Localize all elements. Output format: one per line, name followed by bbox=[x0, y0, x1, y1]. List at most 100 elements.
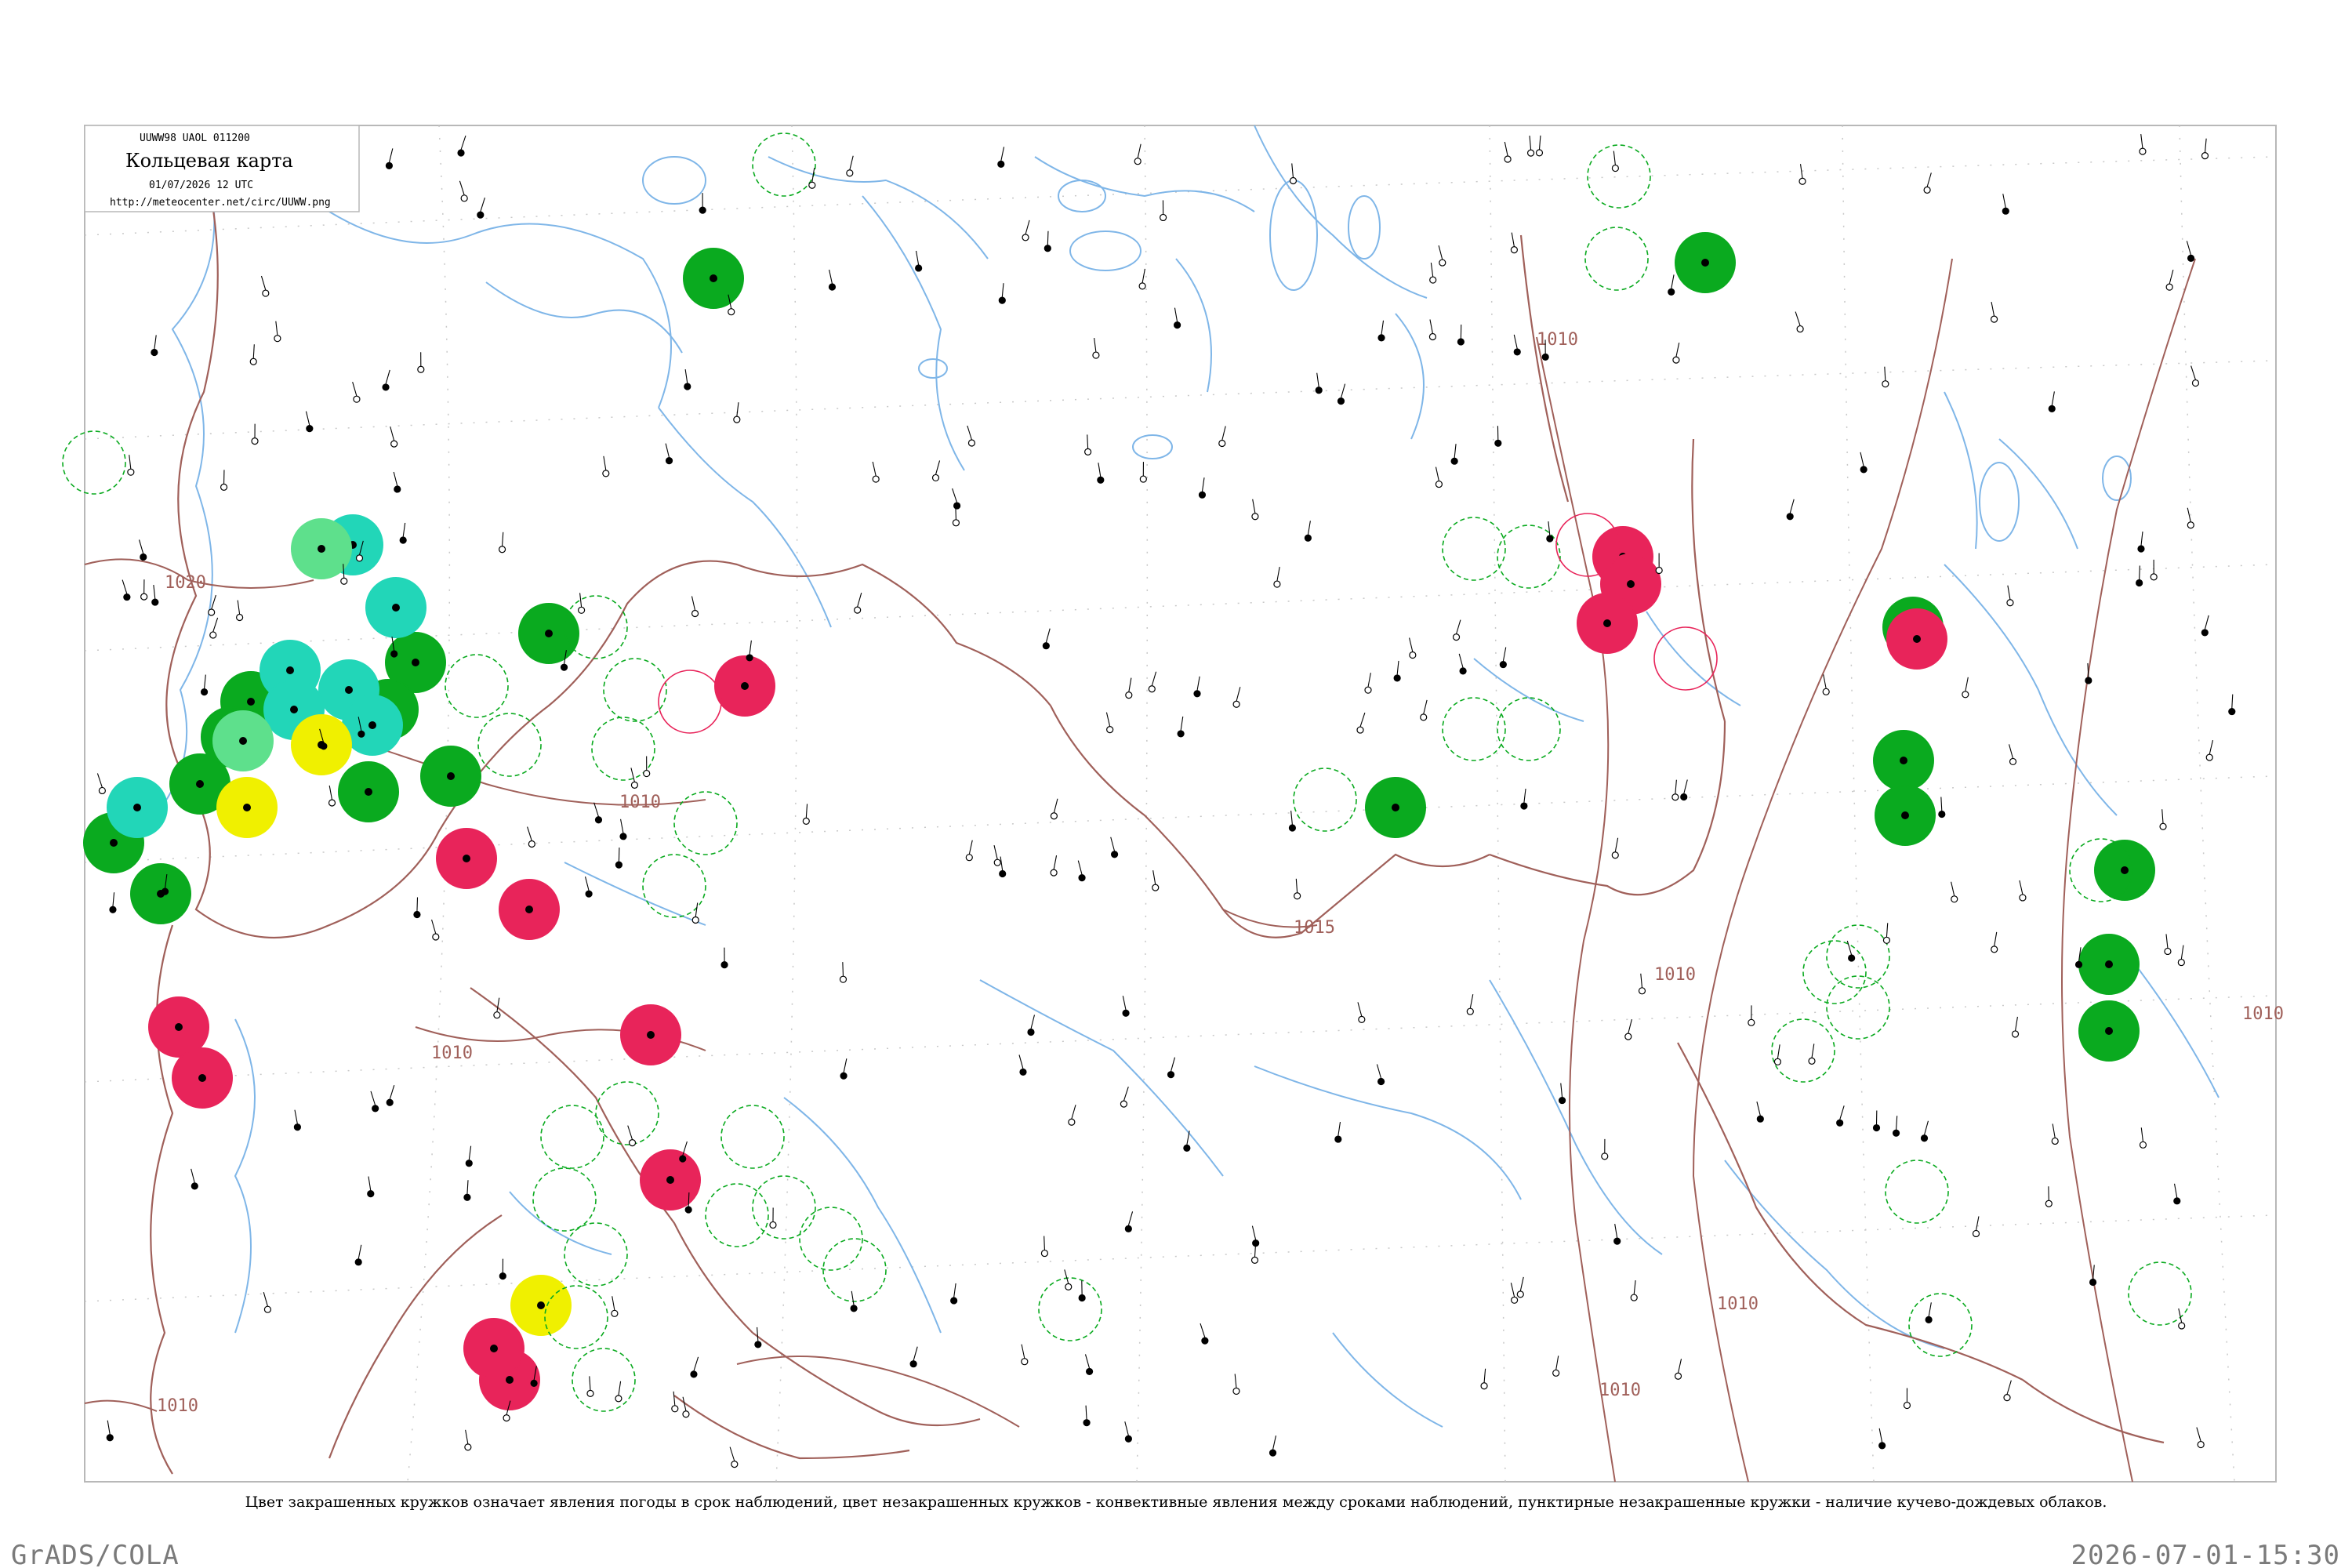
station-dot bbox=[2009, 757, 2017, 766]
station-dot bbox=[1078, 1294, 1086, 1302]
station-dot bbox=[1611, 164, 1620, 172]
station-dot bbox=[684, 1206, 692, 1214]
station-dot bbox=[1526, 149, 1535, 157]
station-dot bbox=[1068, 1118, 1076, 1126]
station-dot bbox=[358, 730, 365, 738]
station-dot bbox=[854, 606, 862, 614]
station-dot bbox=[390, 440, 398, 448]
station-dot bbox=[191, 1182, 198, 1190]
station-dot bbox=[720, 961, 728, 969]
station-dot bbox=[1900, 757, 1907, 764]
station-dot bbox=[1083, 1419, 1091, 1427]
station-dot bbox=[872, 475, 880, 483]
station-dot bbox=[1520, 802, 1528, 810]
station-dot bbox=[1042, 642, 1050, 650]
station-dot bbox=[2201, 152, 2209, 160]
station-dot bbox=[1836, 1119, 1844, 1127]
station-dot bbox=[1680, 793, 1688, 801]
weather-map: 1010 1015 1010 1010 1010 1010 1010 1010 … bbox=[11, 125, 2339, 1568]
station-dot bbox=[286, 666, 294, 674]
station-dot bbox=[1044, 245, 1051, 252]
station-dot bbox=[394, 485, 401, 493]
station-dot bbox=[808, 181, 816, 189]
station-dot bbox=[1134, 158, 1142, 165]
station-dot bbox=[503, 1414, 510, 1422]
station-dot bbox=[1198, 491, 1207, 499]
station-dot bbox=[262, 289, 270, 297]
station-dot bbox=[465, 1160, 473, 1167]
station-dot bbox=[1392, 804, 1399, 811]
station-dot bbox=[2177, 958, 2185, 967]
station-dot bbox=[1516, 1290, 1524, 1298]
isobar-label: 1010 bbox=[619, 793, 661, 812]
station-dot bbox=[1671, 793, 1679, 801]
station-dot bbox=[769, 1221, 777, 1229]
station-dot bbox=[1435, 480, 1443, 488]
station-dot bbox=[1085, 1367, 1094, 1376]
station-dot bbox=[2139, 147, 2147, 155]
wind-barb bbox=[688, 1192, 690, 1207]
station-dot bbox=[1124, 1435, 1132, 1443]
station-dot bbox=[463, 855, 470, 862]
station-dot bbox=[1627, 580, 1635, 588]
station-dot bbox=[1097, 476, 1105, 484]
station-dot bbox=[1938, 810, 1946, 818]
station-dot bbox=[1377, 334, 1385, 342]
station-dot bbox=[1848, 954, 1856, 962]
station-dot bbox=[2165, 283, 2173, 291]
station-dot bbox=[1139, 475, 1147, 483]
station-dot bbox=[1920, 1134, 1929, 1142]
station-dot bbox=[1065, 1283, 1073, 1290]
station-dot bbox=[1409, 651, 1417, 659]
station-dot bbox=[1337, 397, 1345, 405]
station-dot bbox=[1450, 457, 1458, 465]
station-dot bbox=[1294, 892, 1301, 900]
station-dot bbox=[1152, 884, 1160, 891]
wind-barb bbox=[1047, 230, 1049, 245]
isobar-label: 1010 bbox=[1537, 330, 1578, 350]
station-dot bbox=[1232, 700, 1240, 708]
header-box: UUWW98 UAOL 011200 Кольцевая карта 01/07… bbox=[84, 125, 360, 212]
station-dot bbox=[290, 706, 298, 713]
station-dot bbox=[2187, 521, 2194, 529]
station-dot bbox=[2085, 677, 2092, 684]
station-dot bbox=[1250, 1256, 1259, 1264]
station-dot bbox=[1878, 1442, 1886, 1450]
isobar-label: 1015 bbox=[1294, 918, 1335, 938]
station-dot bbox=[2074, 960, 2083, 968]
station-dot bbox=[386, 1098, 394, 1106]
station-dot bbox=[106, 1434, 114, 1442]
station-dot bbox=[1466, 1007, 1474, 1015]
station-dot bbox=[2197, 1440, 2205, 1449]
station-dot bbox=[2205, 753, 2213, 761]
station-dot bbox=[1552, 1369, 1560, 1377]
wind-barb bbox=[416, 897, 419, 912]
station-dot bbox=[699, 206, 706, 214]
station-dot bbox=[1232, 1387, 1240, 1396]
station-dot bbox=[1078, 874, 1086, 882]
station-dot bbox=[560, 663, 568, 671]
station-dot bbox=[1358, 1015, 1366, 1023]
station-dot bbox=[123, 593, 131, 601]
station-dot bbox=[1991, 946, 1998, 953]
station-dot bbox=[643, 769, 651, 778]
station-dot bbox=[175, 1023, 183, 1031]
station-dot bbox=[2006, 599, 2014, 607]
station-dot bbox=[208, 608, 216, 616]
station-dot bbox=[293, 1123, 301, 1131]
station-dot bbox=[355, 554, 364, 562]
station-dot bbox=[249, 358, 257, 365]
station-dot bbox=[999, 869, 1007, 878]
station-dot bbox=[1822, 688, 1830, 695]
station-dot bbox=[691, 916, 699, 924]
station-dot bbox=[1630, 1294, 1638, 1301]
station-dot bbox=[1183, 1144, 1191, 1152]
station-dot bbox=[1120, 1100, 1128, 1108]
station-dot bbox=[2105, 1027, 2113, 1035]
station-dot bbox=[585, 890, 593, 898]
station-dot bbox=[2173, 1197, 2181, 1205]
station-dot bbox=[209, 631, 217, 639]
station-dot bbox=[151, 598, 159, 606]
isobar-label: 1020 bbox=[165, 573, 206, 593]
station-dot bbox=[506, 1376, 514, 1384]
